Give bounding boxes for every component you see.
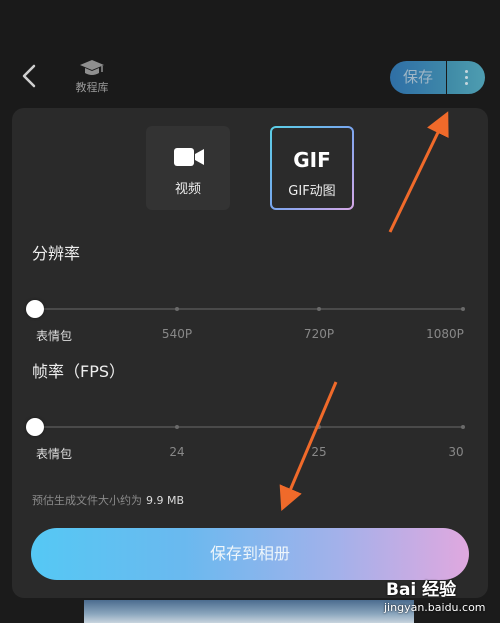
watermark-url: jingyan.baidu.com — [384, 601, 486, 614]
back-button[interactable] — [18, 62, 42, 90]
file-size-value: 9.9 MB — [146, 494, 185, 507]
resolution-tick — [461, 307, 465, 311]
format-label-gif: GIF动图 — [288, 184, 336, 199]
tutorial-library-button[interactable]: 教程库 — [66, 58, 118, 95]
back-arrow-icon — [22, 64, 36, 88]
framerate-tick — [317, 425, 321, 429]
resolution-tick-label: 720P — [303, 327, 335, 341]
more-vertical-icon — [464, 70, 468, 73]
framerate-slider-track[interactable] — [34, 426, 464, 428]
format-option-video[interactable]: 视频 — [146, 126, 230, 210]
framerate-title: 帧率（FPS） — [32, 362, 126, 381]
resolution-tick — [175, 307, 179, 311]
resolution-tick-label: 1080P — [426, 327, 464, 341]
tutorial-label: 教程库 — [75, 81, 109, 94]
resolution-slider-handle[interactable] — [26, 300, 44, 318]
save-button[interactable]: 保存 — [390, 61, 446, 94]
framerate-tick-label: 24 — [169, 445, 185, 459]
export-panel: 视频 GIF GIF动图 分辨率 表情包 540P 720P 1080P 帧率（… — [12, 108, 488, 598]
framerate-tick — [461, 425, 465, 429]
file-size-label: 预估生成文件大小约为 — [32, 494, 142, 507]
graduation-cap-icon — [80, 60, 104, 75]
framerate-slider-handle[interactable] — [26, 418, 44, 436]
framerate-tick-label: 表情包 — [36, 447, 73, 461]
resolution-slider-track[interactable] — [34, 308, 464, 310]
more-options-button[interactable] — [447, 61, 485, 94]
resolution-tick-label: 表情包 — [36, 329, 73, 343]
framerate-tick-label: 25 — [311, 445, 327, 459]
top-bar: 教程库 保存 — [0, 0, 500, 110]
baidu-jingyan-watermark: Bai 经验 jingyan.baidu.com — [380, 575, 496, 621]
file-size-estimate: 预估生成文件大小约为 9.9 MB — [32, 492, 184, 508]
resolution-tick — [317, 307, 321, 311]
save-to-album-button[interactable]: 保存到相册 — [31, 528, 469, 580]
watermark-logo: Bai 经验 — [386, 580, 457, 600]
gif-icon: GIF — [293, 148, 331, 172]
framerate-tick — [175, 425, 179, 429]
format-label-video: 视频 — [174, 182, 201, 197]
framerate-tick-label: 30 — [448, 445, 464, 459]
resolution-title: 分辨率 — [32, 244, 81, 263]
resolution-tick-label: 540P — [161, 327, 193, 341]
format-option-gif[interactable]: GIF GIF动图 — [270, 126, 354, 210]
video-camera-icon — [174, 148, 204, 166]
preview-image-strip — [84, 600, 414, 623]
